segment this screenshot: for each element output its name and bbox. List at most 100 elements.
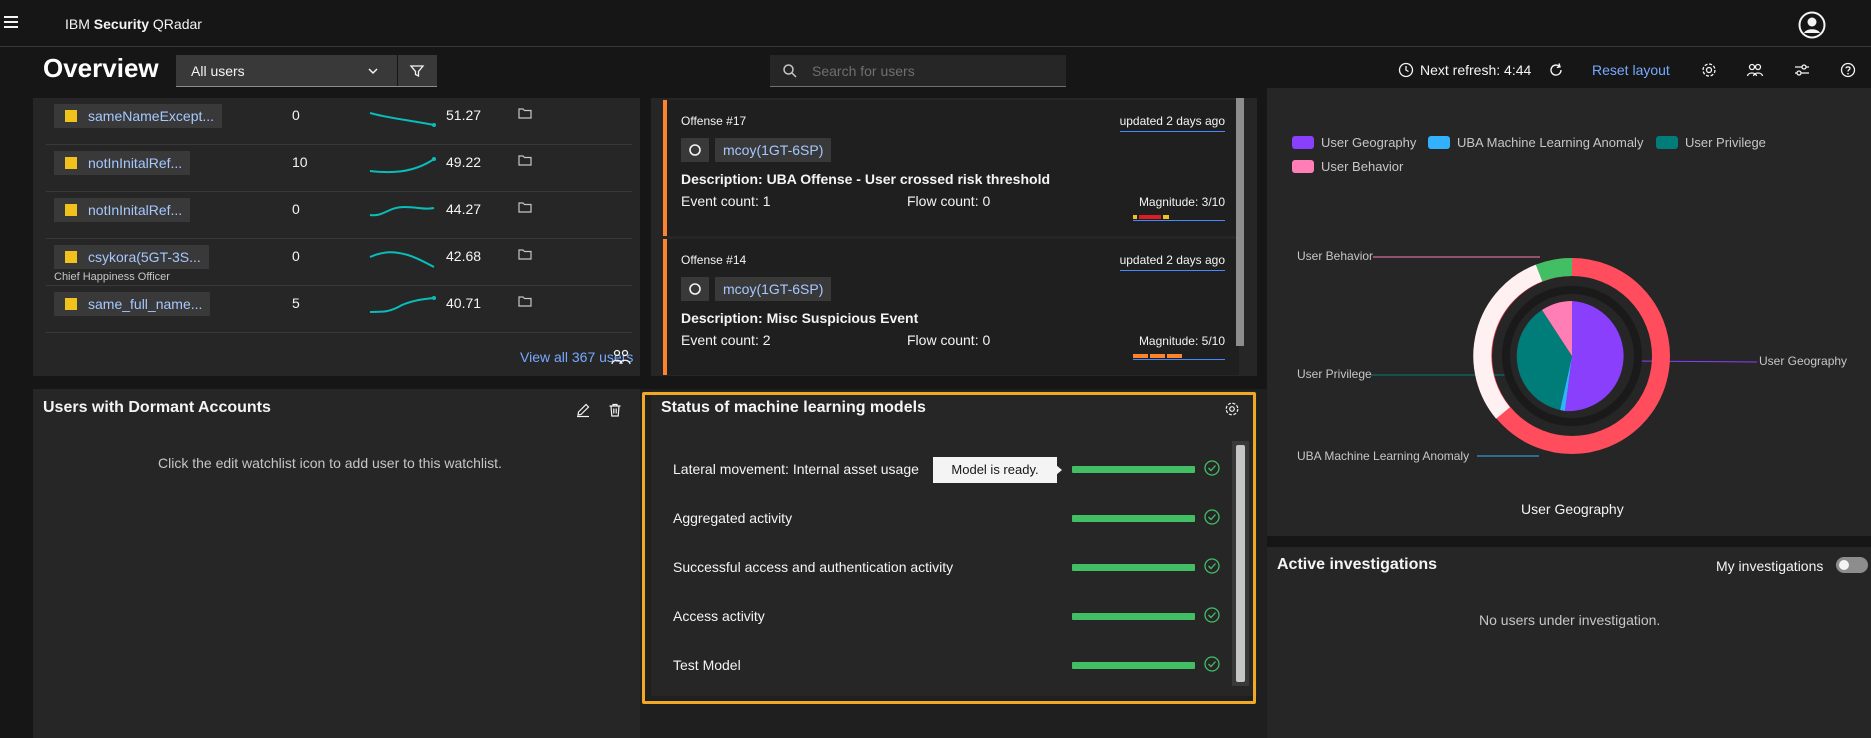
risk-trend-sparkline [368,147,440,177]
risk-score: 42.68 [446,248,482,264]
offenses-panel: Offense #17 updated 2 days ago mcoy(1GT-… [651,98,1257,376]
clock-icon [1398,62,1414,78]
my-investigations-label: My investigations [1716,558,1824,574]
offense-count: 5 [292,295,300,311]
offense-description: Description: UBA Offense - User crossed … [681,171,1051,187]
risk-score: 51.27 [446,107,482,123]
offense-count: 0 [292,201,300,217]
users-watchlist-panel: sameNameExcept... 0 51.27 notInInitalRef… [33,98,640,376]
user-filter-dropdown[interactable]: All users [176,55,437,87]
folder-icon[interactable] [518,154,532,166]
magnitude-label: Magnitude: 3/10 [1138,195,1225,209]
offense-count: 10 [292,154,308,170]
legend-swatch [1428,136,1450,149]
user-group-icon[interactable] [611,348,631,366]
left-rail [0,47,33,738]
user-avatar-icon[interactable] [1798,11,1826,39]
watch-square [65,298,77,310]
offense-user-link[interactable]: mcoy(1GT-6SP) [715,138,832,162]
flow-count: Flow count: 0 [907,332,991,348]
risk-trend-sparkline [368,288,440,318]
page-title: Overview [43,53,159,83]
legend-swatch [1292,136,1314,149]
user-row[interactable]: notInInitalRef... 10 49.22 [46,145,632,192]
search-icon [782,63,798,79]
dormant-accounts-panel [33,389,640,738]
offense-updated: updated 2 days ago [1119,114,1225,132]
legend-swatch [1292,160,1314,173]
user-chip[interactable]: notInInitalRef... [54,151,191,175]
active-investigations-empty-message: No users under investigation. [1479,612,1661,628]
callout-uba-ml-anomaly: UBA Machine Learning Anomaly [1297,449,1470,463]
event-count: Event count: 1 [681,193,771,209]
offenses-scrollbar[interactable] [1236,98,1244,346]
user-chip[interactable]: csykora(5GT-3S... [54,245,209,269]
top-bar [0,0,1871,47]
next-refresh-timer: Next refresh: 4:44 [1420,62,1532,78]
user-filter-value: All users [191,63,245,79]
folder-icon[interactable] [518,248,532,260]
user-row[interactable]: same_full_name... 5 40.71 [46,286,632,333]
settings-gear-icon[interactable] [1701,62,1717,78]
risk-trend-sparkline [368,100,440,130]
delete-trash-icon[interactable] [607,402,623,418]
user-chip[interactable]: notInInitalRef... [54,198,191,222]
user-status-icon [681,277,709,301]
offense-user-link[interactable]: mcoy(1GT-6SP) [715,277,832,301]
offense-card[interactable]: Offense #14 updated 2 days ago mcoy(1GT-… [663,239,1239,375]
folder-icon[interactable] [518,295,532,307]
callout-user-privilege: User Privilege [1297,367,1372,381]
watch-square [65,110,77,122]
offense-description: Description: Misc Suspicious Event [681,310,919,326]
watch-square [65,157,77,169]
magnitude-bar [1133,353,1225,360]
event-count: Event count: 2 [681,332,771,348]
chevron-down-icon [366,64,380,78]
legend-swatch [1656,136,1678,149]
offense-count: 0 [292,248,300,264]
refresh-icon[interactable] [1548,62,1564,78]
filter-divider [397,55,398,86]
user-chip[interactable]: same_full_name... [54,292,211,316]
dormant-empty-message: Click the edit watchlist icon to add use… [158,455,502,471]
user-group-icon[interactable] [1746,62,1764,78]
help-icon[interactable] [1840,62,1856,78]
offense-card[interactable]: Offense #17 updated 2 days ago mcoy(1GT-… [663,100,1239,236]
watch-square [65,204,77,216]
reset-layout-link[interactable]: Reset layout [1592,62,1670,78]
watch-square [65,251,77,263]
risk-trend-sparkline [368,241,440,271]
folder-icon[interactable] [518,201,532,213]
offense-updated: updated 2 days ago [1119,253,1225,271]
offense-count: 0 [292,107,300,123]
user-row[interactable]: sameNameExcept... 0 51.27 [46,98,632,145]
filter-icon[interactable] [409,63,425,79]
risk-score: 44.27 [446,201,482,217]
magnitude-label: Magnitude: 5/10 [1138,334,1225,348]
active-investigations-title: Active investigations [1277,556,1438,573]
user-chip[interactable]: sameNameExcept... [54,104,223,128]
dormant-panel-title: Users with Dormant Accounts [43,399,271,416]
search-box[interactable] [770,55,1066,87]
callout-user-geography: User Geography [1759,354,1848,368]
ml-panel-highlight [642,392,1256,704]
active-investigations-panel [1267,547,1871,738]
callout-user-behavior: User Behavior [1297,249,1374,263]
product-brand[interactable]: IBM Security QRadar [65,16,202,32]
settings-sliders-icon[interactable] [1794,62,1810,78]
search-input[interactable] [810,55,1064,87]
user-row[interactable]: csykora(5GT-3S... Chief Happiness Office… [46,239,632,286]
offense-number: Offense #14 [681,253,747,267]
flow-count: Flow count: 0 [907,193,991,209]
folder-icon[interactable] [518,107,532,119]
risk-score: 49.22 [446,154,482,170]
toggle-knob [1839,560,1849,570]
risk-trend-sparkline [368,194,440,224]
hamburger-menu-icon[interactable] [4,16,18,30]
offense-number: Offense #17 [681,114,747,128]
user-status-icon [681,138,709,162]
edit-icon[interactable] [575,402,591,418]
risk-score: 40.71 [446,295,482,311]
user-job-title: Chief Happiness Officer [54,271,170,283]
user-row[interactable]: notInInitalRef... 0 44.27 [46,192,632,239]
